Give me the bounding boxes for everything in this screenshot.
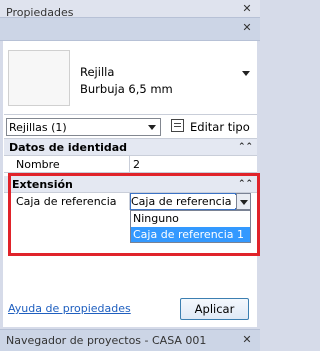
property-label: Nombre (16, 158, 60, 171)
property-value[interactable]: 2 (133, 158, 140, 171)
group-label: Datos de identidad (9, 141, 128, 154)
close-icon[interactable]: ✕ (241, 334, 253, 346)
type-thumbnail (8, 50, 70, 106)
type-name: Burbuja 6,5 mm (80, 82, 173, 96)
edit-type-icon (171, 119, 184, 132)
type-family-name: Rejilla (80, 65, 115, 79)
highlight-rectangle (8, 173, 260, 256)
instance-filter-value: Rejillas (1) (9, 121, 67, 134)
panel-title: Propiedades (6, 6, 74, 19)
chevron-double-up-icon[interactable]: ⌃⌃ (238, 142, 253, 152)
chevron-down-icon[interactable] (148, 125, 156, 130)
properties-title-bar[interactable] (0, 17, 260, 41)
close-icon[interactable]: ✕ (241, 22, 253, 34)
chevron-down-icon[interactable] (242, 71, 250, 76)
apply-button[interactable]: Aplicar (180, 298, 249, 320)
project-browser-title: Navegador de proyectos - CASA 001 (6, 334, 207, 347)
help-link[interactable]: Ayuda de propiedades (8, 302, 131, 315)
edit-type-label: Editar tipo (190, 120, 250, 134)
column-divider (129, 156, 130, 172)
close-icon[interactable]: ✕ (241, 3, 253, 15)
